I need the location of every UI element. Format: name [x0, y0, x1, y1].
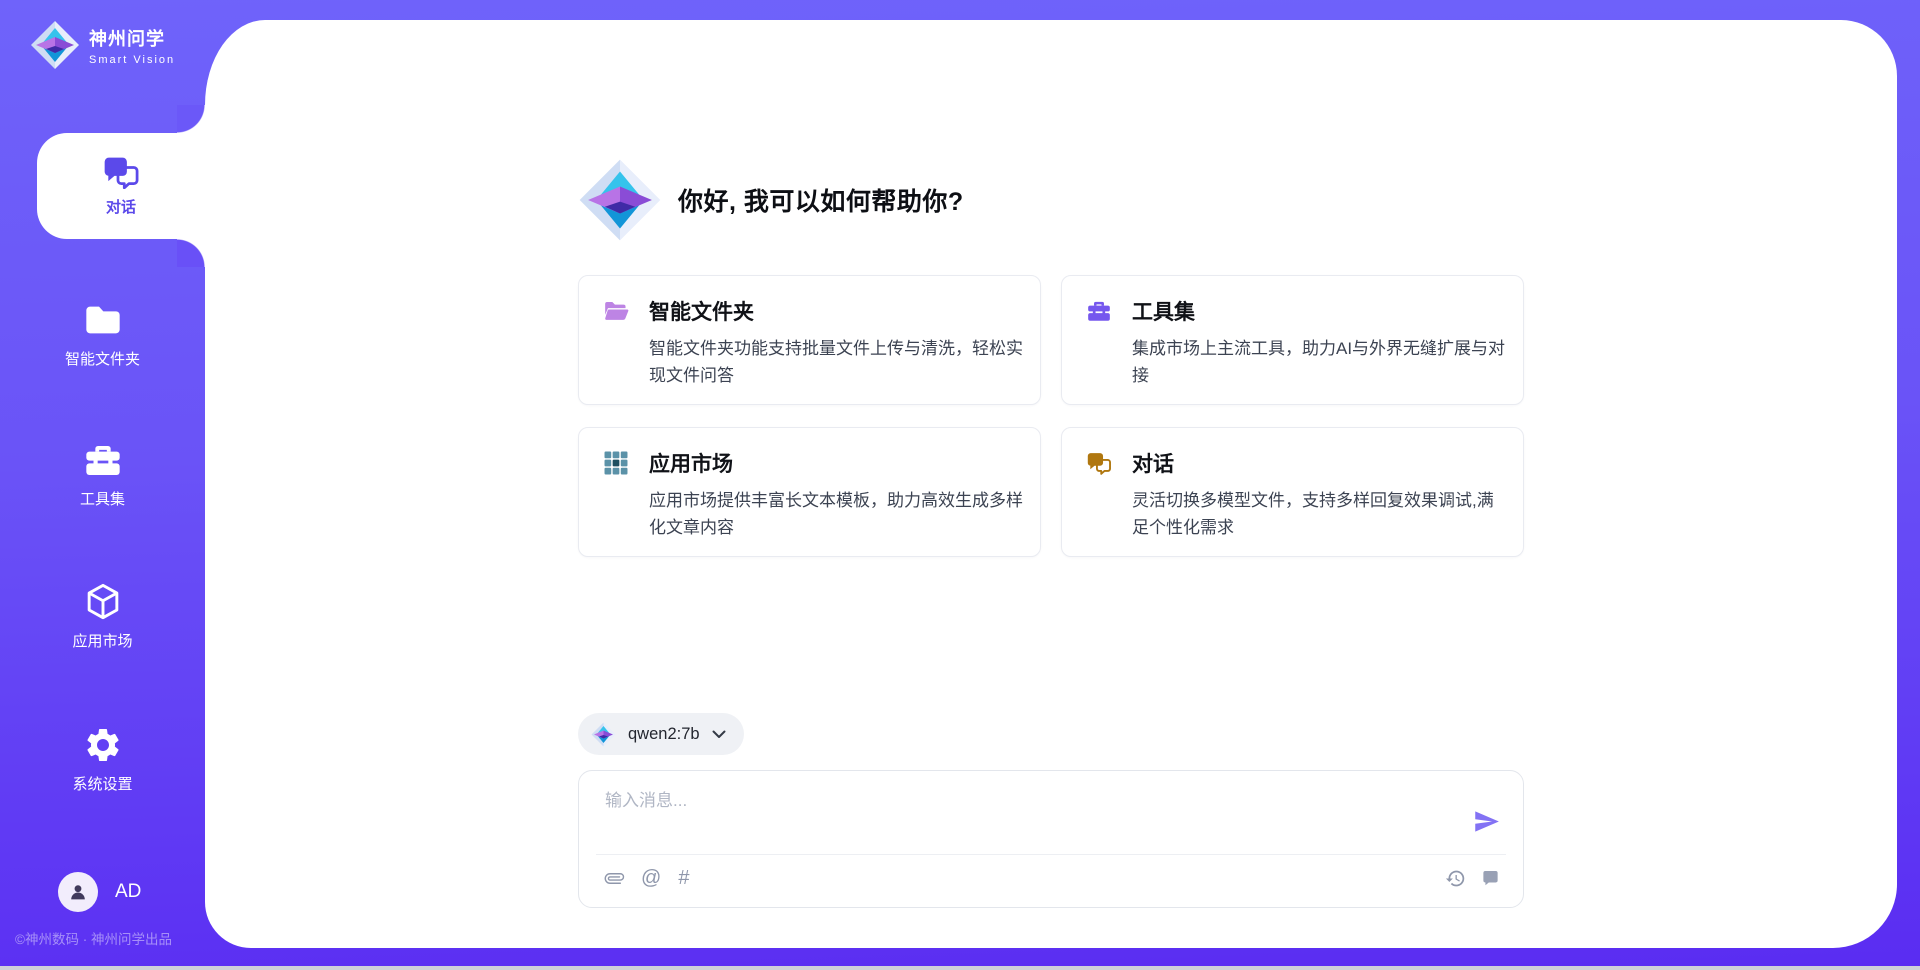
- window-bottom-edge: [0, 966, 1920, 970]
- chat-icon: [1086, 450, 1112, 476]
- sidebar-item-label: 系统设置: [72, 773, 132, 794]
- card-head: 应用市场: [603, 448, 1026, 478]
- sidebar-item-app-market[interactable]: 应用市场: [0, 582, 205, 651]
- open-folder-icon: [603, 298, 629, 324]
- app-root: 神州问学 Smart Vision 对话 智能文件夹 工具集: [0, 0, 1920, 970]
- chevron-down-icon: [712, 730, 726, 739]
- sidebar-item-settings[interactable]: 系统设置: [0, 725, 205, 794]
- composer-divider: [596, 854, 1506, 855]
- card-title: 应用市场: [649, 448, 733, 478]
- main-panel: 你好, 我可以如何帮助你? 智能文件夹 智能文件夹功能支持批量文件上传与清洗，轻…: [205, 20, 1897, 948]
- sidebar-item-label: 对话: [106, 196, 136, 217]
- card-title: 工具集: [1132, 296, 1195, 326]
- diamond-logo-icon: [591, 722, 616, 747]
- at-icon: @: [641, 868, 661, 888]
- brand-logo-icon: [30, 20, 80, 70]
- card-smart-folder[interactable]: 智能文件夹 智能文件夹功能支持批量文件上传与清洗，轻松实现文件问答: [578, 275, 1041, 405]
- user-name: AD: [115, 881, 141, 903]
- attach-button[interactable]: [605, 869, 624, 888]
- copyright: ©神州数码 · 神州问学出品: [15, 928, 172, 948]
- feature-cards: 智能文件夹 智能文件夹功能支持批量文件上传与清洗，轻松实现文件问答 工具集 集成…: [578, 275, 1524, 557]
- message-composer: @ #: [578, 770, 1524, 908]
- active-tab-fillet-top: [177, 105, 205, 133]
- mention-button[interactable]: @: [641, 868, 661, 888]
- brand-subtitle: Smart Vision: [89, 54, 175, 66]
- message-input[interactable]: [605, 786, 1449, 844]
- card-title: 智能文件夹: [649, 296, 754, 326]
- folder-icon: [83, 300, 123, 340]
- brand: 神州问学 Smart Vision: [30, 20, 175, 70]
- new-chat-button[interactable]: [1481, 869, 1500, 888]
- card-head: 工具集: [1086, 296, 1509, 326]
- avatar: [58, 872, 98, 912]
- gear-icon: [83, 725, 123, 765]
- history-icon: [1445, 868, 1466, 889]
- sidebar-item-chat[interactable]: 对话: [37, 133, 205, 239]
- paperclip-icon: [601, 865, 628, 892]
- card-toolset[interactable]: 工具集 集成市场上主流工具，助力AI与外界无缝扩展与对接: [1061, 275, 1524, 405]
- sidebar: 神州问学 Smart Vision 对话 智能文件夹 工具集: [0, 0, 205, 970]
- brand-name: 神州问学: [89, 25, 175, 51]
- sidebar-item-toolset[interactable]: 工具集: [0, 440, 205, 509]
- card-head: 对话: [1086, 448, 1509, 478]
- sidebar-item-label: 智能文件夹: [65, 348, 140, 369]
- hash-icon: #: [678, 868, 689, 888]
- card-desc: 集成市场上主流工具，助力AI与外界无缝扩展与对接: [1132, 335, 1509, 389]
- greeting: 你好, 我可以如何帮助你?: [578, 158, 964, 242]
- composer-tools-right: [1445, 868, 1500, 889]
- card-app-market[interactable]: 应用市场 应用市场提供丰富长文本模板，助力高效生成多样化文章内容: [578, 427, 1041, 557]
- app-grid-icon: [603, 450, 629, 476]
- history-button[interactable]: [1445, 868, 1466, 889]
- briefcase-icon: [83, 440, 123, 480]
- chat-icon: [102, 155, 140, 189]
- user-profile[interactable]: AD: [58, 872, 141, 912]
- greeting-text: 你好, 我可以如何帮助你?: [678, 182, 964, 218]
- topic-button[interactable]: #: [678, 868, 689, 888]
- sidebar-item-label: 应用市场: [72, 630, 132, 651]
- brand-text: 神州问学 Smart Vision: [89, 25, 175, 66]
- chat-bubble-icon: [1481, 869, 1500, 888]
- cube-icon: [83, 582, 123, 622]
- send-button[interactable]: [1471, 806, 1501, 836]
- card-chat[interactable]: 对话 灵活切换多模型文件，支持多样回复效果调试,满足个性化需求: [1061, 427, 1524, 557]
- card-desc: 智能文件夹功能支持批量文件上传与清洗，轻松实现文件问答: [649, 335, 1026, 389]
- briefcase-icon: [1086, 298, 1112, 324]
- card-desc: 灵活切换多模型文件，支持多样回复效果调试,满足个性化需求: [1132, 487, 1509, 541]
- active-tab-fillet-bottom: [177, 239, 205, 267]
- model-selector[interactable]: qwen2:7b: [578, 713, 744, 755]
- person-icon: [67, 881, 89, 903]
- model-name: qwen2:7b: [628, 725, 700, 744]
- main-content: 你好, 我可以如何帮助你? 智能文件夹 智能文件夹功能支持批量文件上传与清洗，轻…: [578, 20, 1524, 948]
- card-title: 对话: [1132, 448, 1174, 478]
- card-desc: 应用市场提供丰富长文本模板，助力高效生成多样化文章内容: [649, 487, 1026, 541]
- send-icon: [1473, 808, 1500, 835]
- diamond-logo-icon: [578, 158, 662, 242]
- composer-tools-left: @ #: [605, 868, 689, 888]
- card-head: 智能文件夹: [603, 296, 1026, 326]
- sidebar-item-smart-folder[interactable]: 智能文件夹: [0, 300, 205, 369]
- sidebar-item-label: 工具集: [80, 488, 125, 509]
